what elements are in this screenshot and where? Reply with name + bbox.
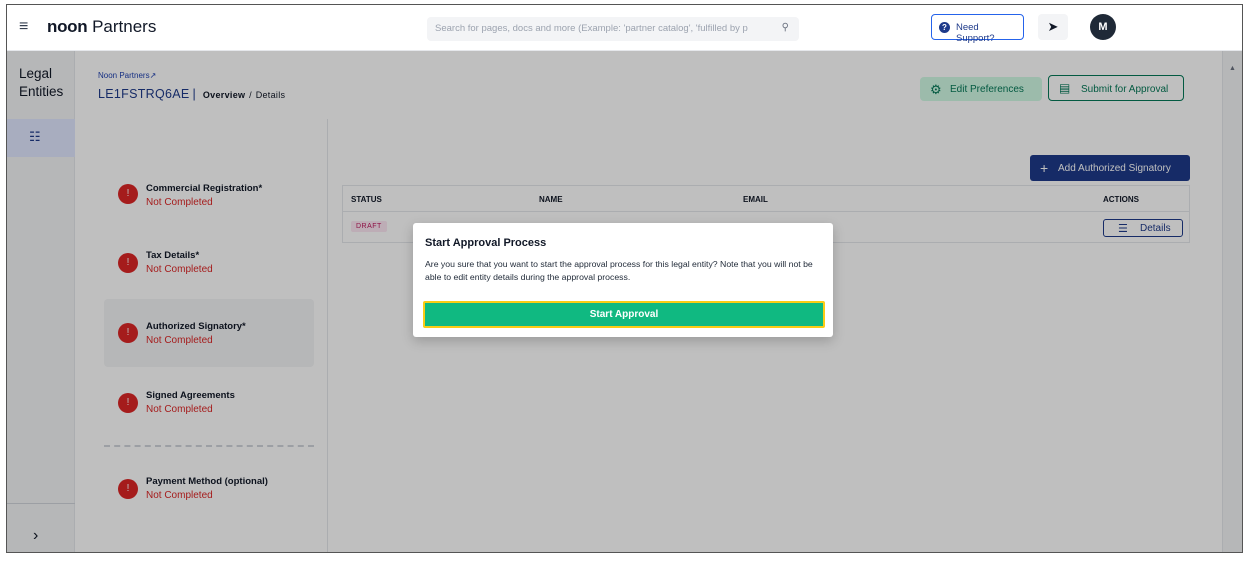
start-approval-button[interactable]: Start Approval xyxy=(423,301,825,328)
need-support-label: Need Support? xyxy=(956,22,995,44)
search-icon[interactable]: ⚲ xyxy=(782,22,789,33)
start-approval-dialog: Start Approval Process Are you sure that… xyxy=(413,223,833,337)
dialog-message: Are you sure that you want to start the … xyxy=(425,259,813,282)
menu-icon[interactable]: ≡ xyxy=(19,18,28,36)
rocket-icon: ➤ xyxy=(1047,19,1059,34)
avatar[interactable]: M xyxy=(1090,14,1116,40)
search-placeholder: Search for pages, docs and more (Example… xyxy=(435,23,748,34)
help-icon: ? xyxy=(939,22,950,33)
need-support-button[interactable]: ? Need Support? xyxy=(931,14,1024,44)
app-logo[interactable]: noon Partners xyxy=(47,17,156,37)
search-input[interactable]: Search for pages, docs and more (Example… xyxy=(427,17,799,41)
app-window: ≡ noon Partners Search for pages, docs a… xyxy=(6,4,1243,553)
dialog-title: Start Approval Process xyxy=(425,237,547,249)
top-bar: ≡ noon Partners Search for pages, docs a… xyxy=(7,5,1242,51)
rocket-button[interactable]: ➤ xyxy=(1038,14,1068,40)
